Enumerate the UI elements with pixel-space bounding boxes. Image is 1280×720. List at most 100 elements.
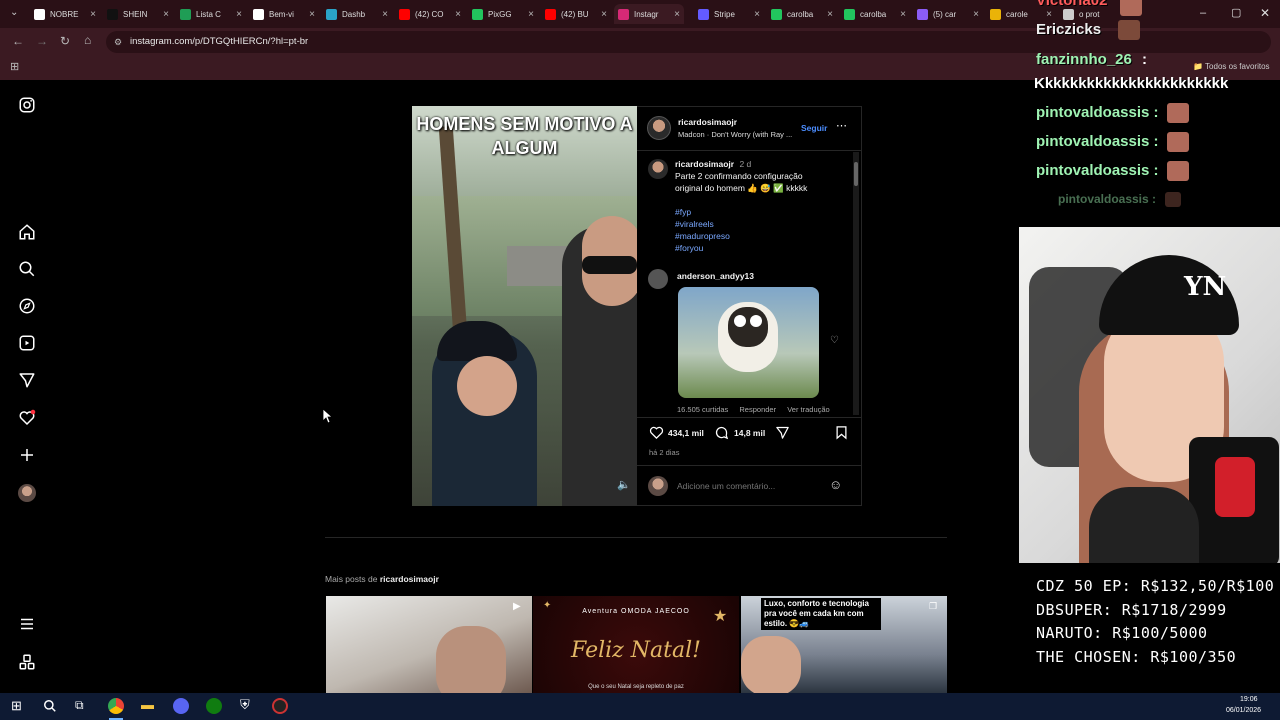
- share-icon[interactable]: [775, 425, 790, 440]
- messages-icon[interactable]: [18, 371, 36, 389]
- tab-search-icon[interactable]: ⌄: [10, 7, 18, 18]
- reels-icon[interactable]: [18, 334, 36, 352]
- all-bookmarks[interactable]: 📁 Todos os favoritos: [1193, 62, 1270, 71]
- close-tab-icon[interactable]: ×: [674, 9, 680, 20]
- author-name[interactable]: ricardosimaojr: [678, 117, 737, 127]
- comments-count[interactable]: 14,8 mil: [734, 428, 765, 438]
- all-bookmarks-label: Todos os favoritos: [1205, 62, 1270, 71]
- post-video[interactable]: HOMENS SEM MOTIVO A ALGUM 🔈: [412, 106, 637, 506]
- caption-author[interactable]: ricardosimaojr: [675, 159, 734, 169]
- create-icon[interactable]: [18, 446, 36, 464]
- search-icon[interactable]: [18, 260, 36, 278]
- close-tab-icon[interactable]: ×: [309, 9, 315, 20]
- close-tab-icon[interactable]: ×: [528, 9, 534, 20]
- browser-tab[interactable]: carolba ×: [767, 4, 837, 24]
- browser-tab[interactable]: (42) CO ×: [395, 4, 465, 24]
- threads-icon[interactable]: [18, 653, 36, 671]
- xbox-icon[interactable]: [206, 698, 222, 714]
- chat-username: Ericzicks: [1036, 21, 1102, 38]
- reload-icon[interactable]: ↻: [60, 34, 70, 48]
- hashtag[interactable]: #foryou: [675, 242, 730, 254]
- task-view-icon[interactable]: ⧉: [75, 698, 84, 713]
- tab-label: Instagr: [634, 9, 659, 19]
- grid-post-1[interactable]: ▶: [326, 596, 532, 693]
- close-tab-icon[interactable]: ×: [455, 9, 461, 20]
- browser-tab[interactable]: Instagr ×: [614, 4, 684, 24]
- close-tab-icon[interactable]: ×: [827, 9, 833, 20]
- hashtag[interactable]: #viralreels: [675, 218, 730, 230]
- scrollbar-thumb[interactable]: [854, 162, 858, 186]
- comment-author[interactable]: anderson_andyy13: [677, 271, 754, 281]
- close-tab-icon[interactable]: ×: [601, 9, 607, 20]
- menu-icon[interactable]: [18, 615, 36, 633]
- grid-post-3[interactable]: Luxo, conforto e tecnologia pra você em …: [741, 596, 947, 693]
- browser-tab[interactable]: (42) BU ×: [541, 4, 611, 24]
- maximize-icon[interactable]: ▢: [1231, 6, 1241, 19]
- follow-button[interactable]: Seguir: [801, 123, 827, 133]
- taskbar-search-icon[interactable]: [43, 699, 57, 713]
- comment-icon[interactable]: [714, 425, 729, 440]
- close-window-icon[interactable]: ✕: [1260, 6, 1270, 20]
- close-tab-icon[interactable]: ×: [1046, 9, 1052, 20]
- hashtag[interactable]: #maduropreso: [675, 230, 730, 242]
- tab-label: (42) CO: [415, 9, 444, 19]
- reel-icon: ▶: [513, 601, 521, 612]
- reply-button[interactable]: Responder: [739, 405, 776, 414]
- back-icon[interactable]: ←: [12, 34, 24, 48]
- close-tab-icon[interactable]: ×: [900, 9, 906, 20]
- browser-tab[interactable]: Dashb ×: [322, 4, 392, 24]
- close-tab-icon[interactable]: ×: [382, 9, 388, 20]
- author-avatar[interactable]: [647, 116, 671, 140]
- file-explorer-icon[interactable]: ▬: [141, 697, 154, 712]
- like-comment-icon[interactable]: ♡: [830, 335, 839, 346]
- apps-grid-icon[interactable]: ⊞: [10, 60, 19, 73]
- minimize-icon[interactable]: –: [1200, 7, 1206, 19]
- notifications-icon[interactable]: [18, 409, 36, 427]
- more-posts-user[interactable]: ricardosimaojr: [380, 574, 439, 584]
- mute-icon[interactable]: 🔈: [617, 478, 631, 491]
- site-info-icon[interactable]: ⚙: [114, 31, 122, 53]
- browser-tab[interactable]: Bem-vi ×: [249, 4, 319, 24]
- likes-count[interactable]: 434,1 mil: [668, 428, 704, 438]
- chat-emote: [1120, 0, 1142, 16]
- close-tab-icon[interactable]: ×: [163, 9, 169, 20]
- browser-tab[interactable]: Stripe ×: [694, 4, 764, 24]
- tab-label: Lista C: [196, 9, 221, 19]
- grid-post-2[interactable]: Aventura OMODA JAECOO Feliz Natal! Que o…: [533, 596, 739, 693]
- commenter-avatar[interactable]: [648, 269, 668, 289]
- browser-tab[interactable]: Lista C ×: [176, 4, 246, 24]
- emoji-icon[interactable]: ☺: [829, 477, 842, 492]
- clock-time[interactable]: 19:06: [1240, 696, 1258, 703]
- explore-icon[interactable]: [18, 297, 36, 315]
- close-tab-icon[interactable]: ×: [973, 9, 979, 20]
- like-icon[interactable]: [649, 425, 664, 440]
- chrome-icon[interactable]: [108, 698, 124, 714]
- browser-tab[interactable]: carolba ×: [840, 4, 910, 24]
- audio-label[interactable]: Madcon · Don't Worry (with Ray ...: [678, 130, 792, 139]
- save-icon[interactable]: [834, 425, 849, 440]
- caption-author-avatar[interactable]: [648, 159, 668, 179]
- browser-tab[interactable]: NOBRE ×: [30, 4, 100, 24]
- hashtag[interactable]: #fyp: [675, 206, 730, 218]
- profile-avatar[interactable]: [18, 484, 36, 502]
- translate-button[interactable]: Ver tradução: [787, 405, 830, 414]
- start-icon[interactable]: ⊞: [11, 698, 22, 714]
- close-tab-icon[interactable]: ×: [754, 9, 760, 20]
- close-tab-icon[interactable]: ×: [90, 9, 96, 20]
- more-options-icon[interactable]: ⋯: [836, 119, 847, 132]
- shield-icon[interactable]: ⛨: [240, 697, 250, 713]
- browser-tab[interactable]: PixGG ×: [468, 4, 538, 24]
- discord-icon[interactable]: [173, 698, 189, 714]
- browser-tab[interactable]: SHEIN ×: [103, 4, 173, 24]
- forward-icon[interactable]: →: [36, 34, 48, 48]
- instagram-logo-icon[interactable]: [18, 96, 36, 114]
- tab-label: PixGG: [488, 9, 512, 19]
- obs-icon[interactable]: [272, 698, 288, 714]
- browser-tab[interactable]: (5) car ×: [913, 4, 983, 24]
- clock-date[interactable]: 06/01/2026: [1226, 707, 1261, 714]
- close-tab-icon[interactable]: ×: [236, 9, 242, 20]
- add-comment-input[interactable]: [677, 479, 817, 493]
- comments-scrollbar[interactable]: [853, 152, 859, 415]
- home-button-icon[interactable]: ⌂: [84, 33, 91, 47]
- home-icon[interactable]: [18, 223, 36, 241]
